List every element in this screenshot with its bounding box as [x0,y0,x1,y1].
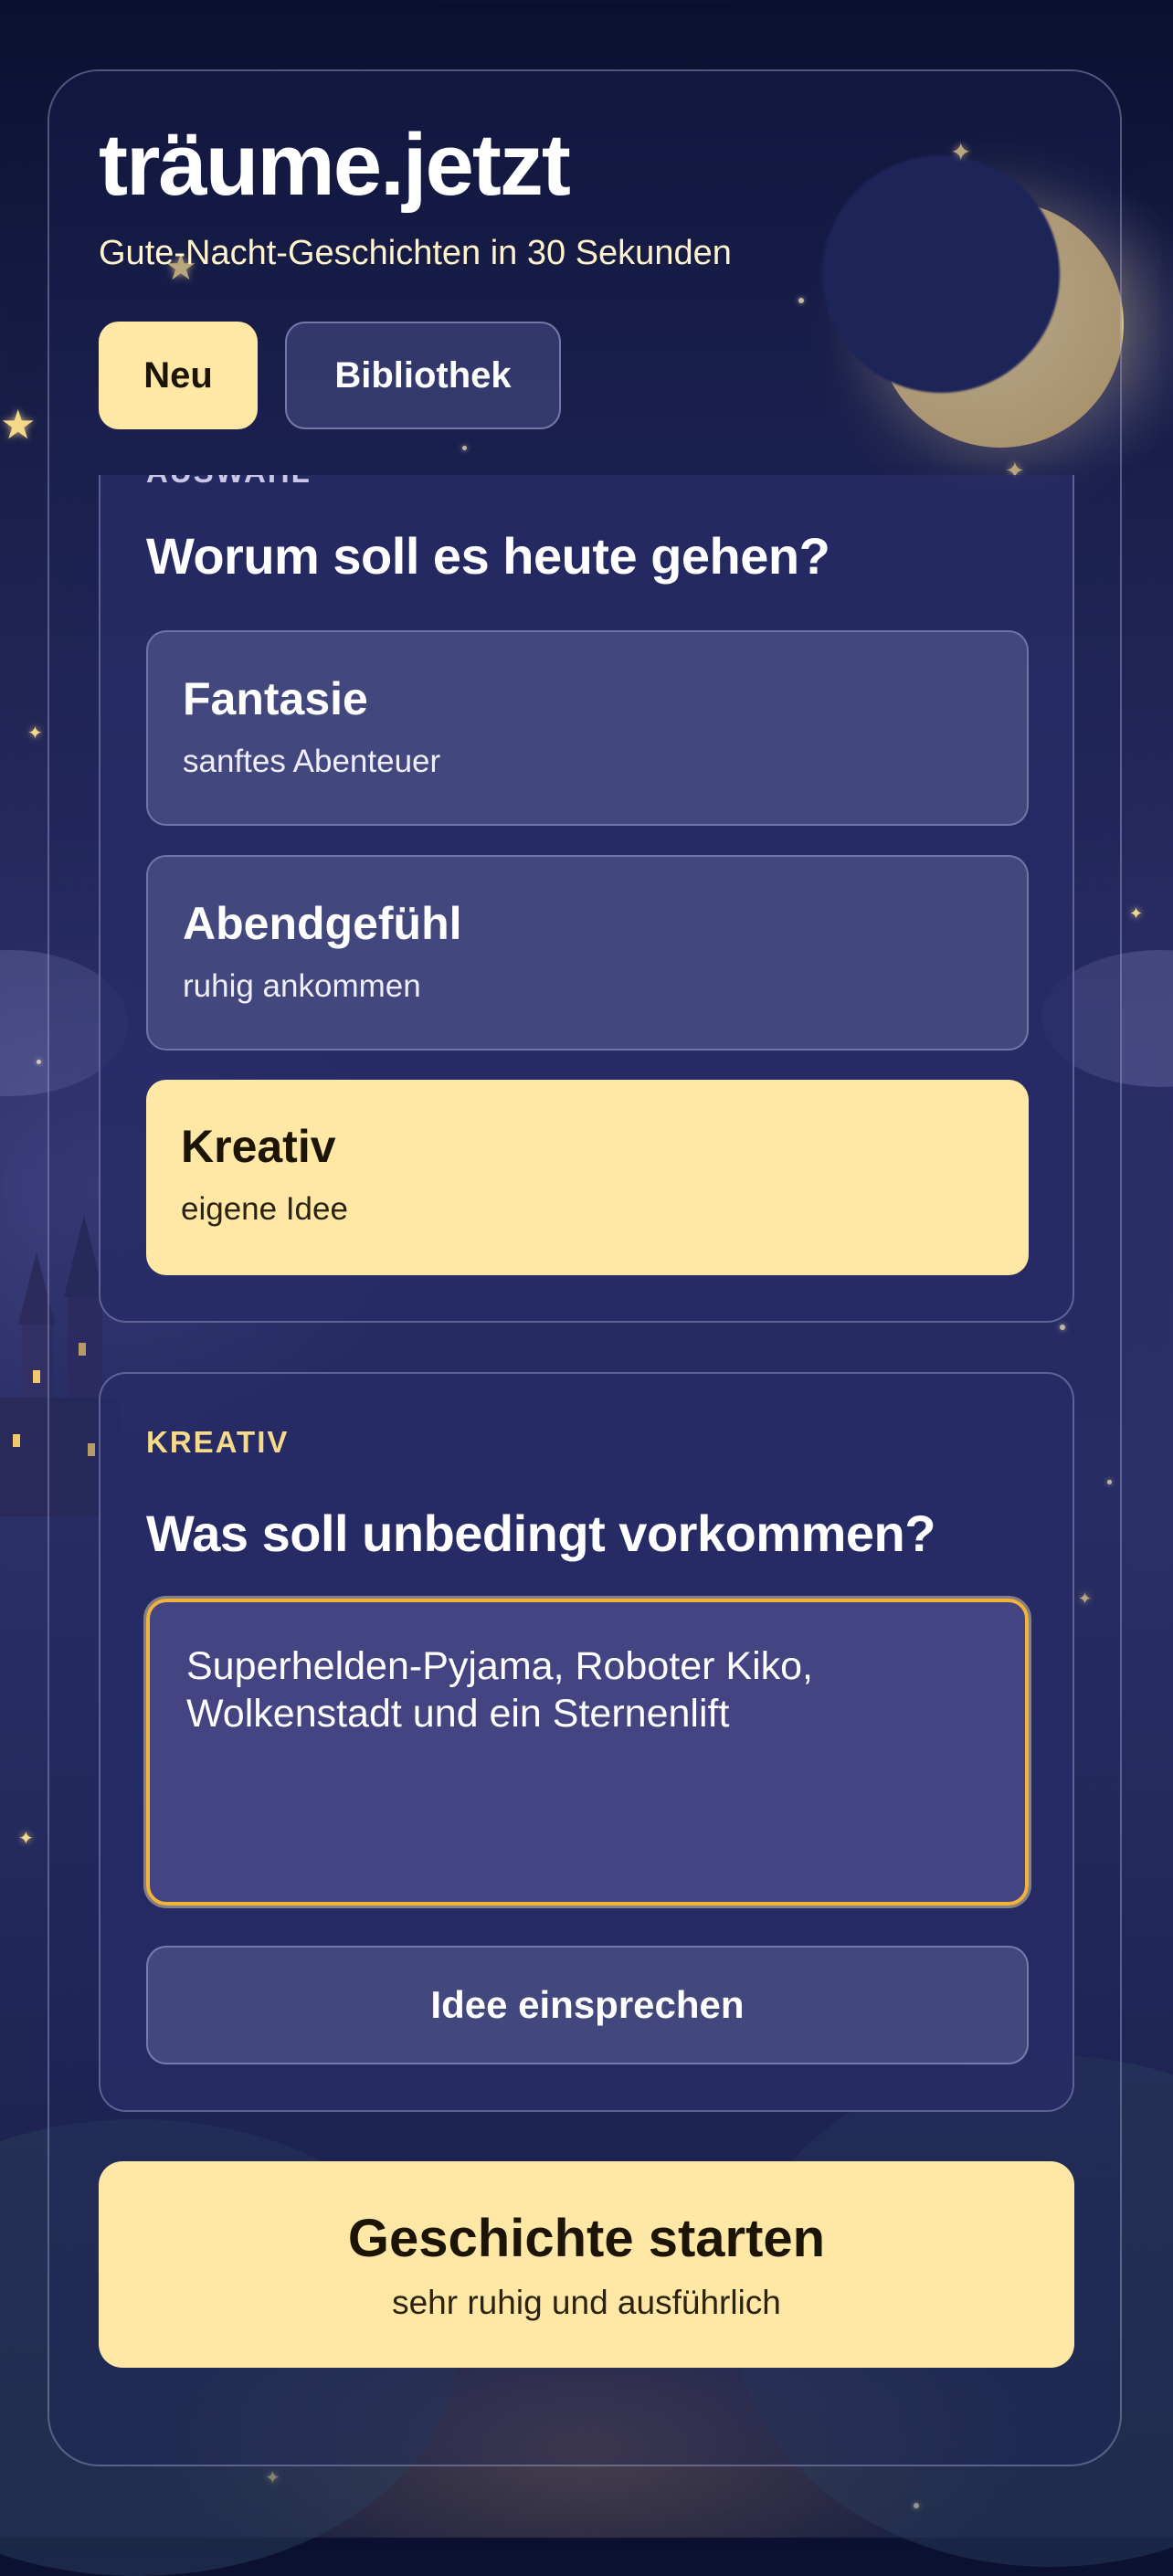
star-icon: ★ [0,403,37,448]
section-heading: Was soll unbedingt vorkommen? [146,1504,935,1562]
option-subtitle: sanftes Abenteuer [183,744,441,779]
creative-idea-card: KREATIV Was soll unbedingt vorkommen? Su… [99,1372,1074,2112]
app-title: träume.jetzt [99,116,571,214]
start-story-button[interactable]: Geschichte starten sehr ruhig und ausfüh… [99,2161,1074,2368]
section-label: KREATIV [146,1425,290,1459]
theme-choice-card: AUSWAHL Worum soll es heute gehen? Fanta… [99,475,1074,1323]
option-subtitle: ruhig ankommen [183,968,421,1004]
voice-input-button[interactable]: Idee einsprechen [146,1946,1029,2064]
option-title: Fantasie [183,673,368,724]
star-icon: ✦ [265,2468,280,2488]
option-title: Kreativ [181,1121,336,1172]
idea-input[interactable]: Superhelden-Pyjama, Roboter Kiko, Wolken… [146,1599,1029,1906]
option-title: Abendgefühl [183,898,462,949]
star-icon: ✦ [1129,904,1144,923]
app-subtitle: Gute-Nacht-Geschichten in 30 Sekunden [99,234,732,272]
option-fantasie[interactable]: Fantasie sanftes Abenteuer [146,630,1029,826]
start-button-label: Geschichte starten [347,2208,826,2268]
tab-library[interactable]: Bibliothek [285,322,561,429]
star-icon: ✦ [27,723,43,744]
option-subtitle: eigene Idee [181,1191,348,1227]
section-label: AUSWAHL [146,475,312,490]
option-kreativ[interactable]: Kreativ eigene Idee [146,1080,1029,1275]
option-abendgefuehl[interactable]: Abendgefühl ruhig ankommen [146,855,1029,1050]
section-heading: Worum soll es heute gehen? [146,527,830,585]
star-icon: ✦ [18,1829,34,1849]
start-button-subtitle: sehr ruhig und ausführlich [392,2283,781,2321]
tab-new[interactable]: Neu [99,322,258,429]
